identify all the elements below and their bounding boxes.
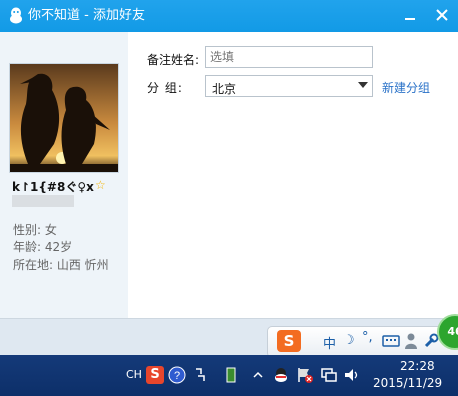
clock-date[interactable]: 2015/11/29	[373, 376, 442, 390]
minimize-icon	[405, 18, 415, 20]
group-label: 分 组:	[147, 81, 183, 95]
sogou-logo-icon[interactable]: S	[277, 330, 301, 352]
group-value: 北京	[212, 82, 237, 96]
location-info: 所在地: 山西 忻州	[13, 258, 109, 272]
show-hidden-icons-icon[interactable]	[249, 366, 267, 384]
keyboard-icon[interactable]	[382, 334, 400, 348]
title-bar[interactable]: 你不知道 - 添加好友	[0, 0, 458, 32]
pen-icon[interactable]	[192, 366, 210, 384]
remark-label: 备注姓名:	[147, 53, 200, 67]
qq-penguin-icon	[10, 7, 22, 24]
battery-icon[interactable]	[222, 366, 240, 384]
close-icon	[436, 9, 448, 21]
dropdown-arrow-icon	[358, 82, 368, 88]
group-select[interactable]: 北京	[205, 75, 373, 97]
network-icon[interactable]	[320, 366, 338, 384]
remark-input[interactable]	[205, 46, 373, 68]
penguin-sunset-image	[10, 64, 118, 172]
volume-icon[interactable]	[343, 366, 361, 384]
qq-tray-icon[interactable]	[272, 366, 290, 384]
nickname: k↾1{#8ぐ♀x	[12, 180, 94, 194]
age-info: 年龄: 42岁	[13, 240, 73, 254]
gender-info: 性别: 女	[13, 223, 57, 237]
input-language-indicator[interactable]: CH	[126, 368, 142, 381]
help-icon[interactable]: ?	[168, 366, 186, 384]
ime-toolbar[interactable]: S 中 ☽ °,	[267, 326, 458, 358]
action-center-flag-icon[interactable]	[296, 366, 314, 384]
star-icon: ☆	[95, 178, 106, 192]
taskbar: CH S ? 22:28 2015/11/29	[0, 355, 458, 396]
clock-time[interactable]: 22:28	[400, 359, 435, 373]
window-title: 你不知道 - 添加好友	[28, 8, 145, 23]
ime-lang-toggle[interactable]: 中	[323, 333, 336, 352]
avatar[interactable]	[9, 63, 119, 173]
add-friend-window: 你不知道 - 添加好友 k↾1{#8ぐ♀x ☆ 性别: 女 年龄: 42岁 所在…	[0, 0, 458, 356]
close-button[interactable]	[430, 4, 454, 26]
blurred-account-id	[12, 195, 74, 207]
new-group-link[interactable]: 新建分组	[382, 79, 430, 96]
svg-text:?: ?	[174, 370, 180, 382]
minimize-button[interactable]	[398, 4, 422, 26]
sogou-tray-icon[interactable]: S	[146, 366, 164, 384]
user-icon[interactable]	[405, 333, 417, 349]
punctuation-icon[interactable]: °,	[362, 330, 373, 345]
half-width-icon[interactable]: ☽	[343, 333, 355, 348]
